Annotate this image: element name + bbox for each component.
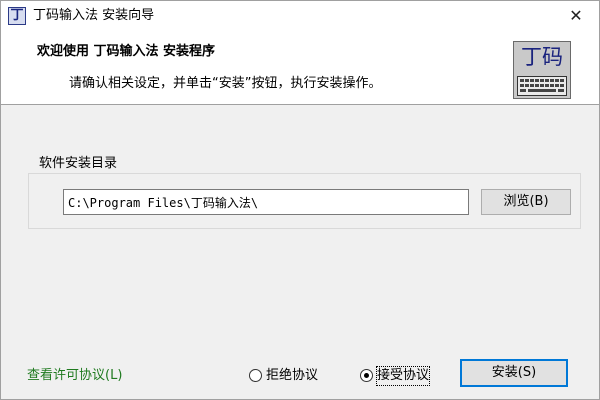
close-button[interactable]: ✕ xyxy=(553,1,599,31)
installer-window: 丁 丁码输入法 安装向导 ✕ 欢迎使用 丁码输入法 安装程序 请确认相关设定，并… xyxy=(0,0,600,400)
install-path-input[interactable] xyxy=(63,189,469,215)
radio-checked-icon xyxy=(360,369,373,382)
header-title: 欢迎使用 丁码输入法 安装程序 xyxy=(37,44,216,59)
radio-dot xyxy=(364,373,369,378)
logo-text: 丁码 xyxy=(521,45,563,69)
close-icon: ✕ xyxy=(569,6,583,25)
radio-unchecked-icon xyxy=(249,369,262,382)
keyboard-icon xyxy=(517,76,567,96)
header-banner: 欢迎使用 丁码输入法 安装程序 请确认相关设定，并单击“安装”按钮，执行安装操作… xyxy=(1,31,599,105)
product-logo: 丁码 xyxy=(513,41,571,99)
install-dir-label: 软件安装目录 xyxy=(37,155,120,173)
accept-agreement-label: 接受协议 xyxy=(375,366,431,386)
window-title: 丁码输入法 安装向导 xyxy=(33,8,155,23)
app-icon: 丁 xyxy=(8,7,26,25)
view-license-link[interactable]: 查看许可协议(L) xyxy=(27,367,122,385)
install-button[interactable]: 安装(S) xyxy=(460,359,568,387)
title-bar: 丁 丁码输入法 安装向导 ✕ xyxy=(1,1,599,31)
decline-agreement-label: 拒绝协议 xyxy=(266,368,319,383)
browse-button[interactable]: 浏览(B) xyxy=(481,189,571,215)
header-subtitle: 请确认相关设定，并单击“安装”按钮，执行安装操作。 xyxy=(69,76,382,91)
